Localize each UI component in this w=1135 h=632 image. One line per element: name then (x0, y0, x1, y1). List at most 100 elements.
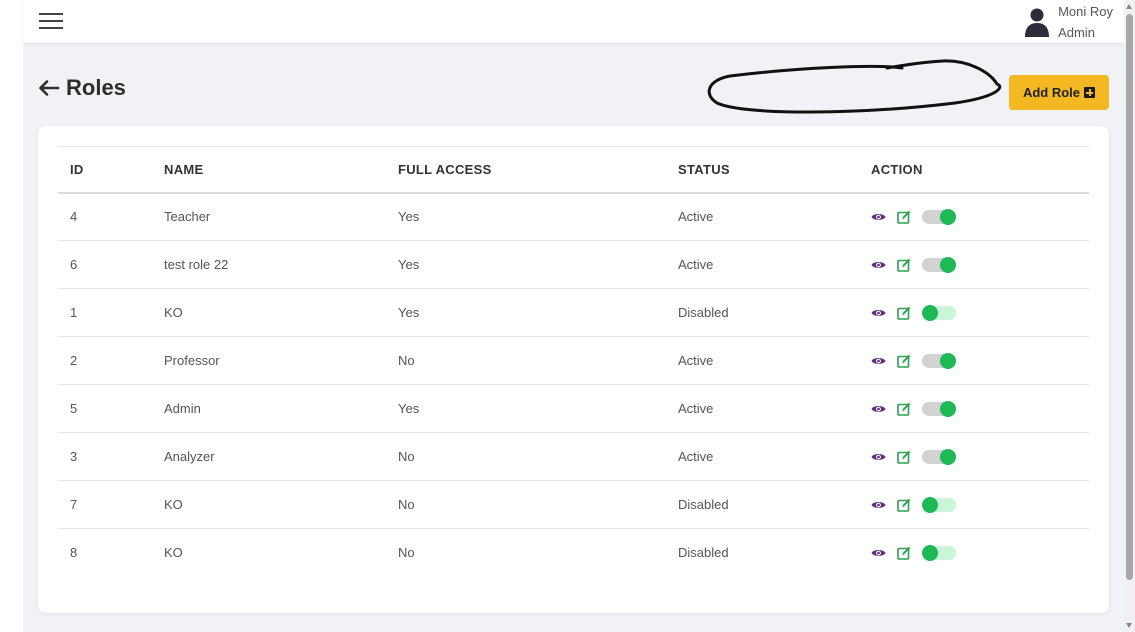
eye-icon[interactable] (871, 308, 886, 318)
cell-id: 3 (70, 449, 78, 464)
cell-full-access: Yes (398, 257, 420, 272)
roles-table: ID NAME FULL ACCESS STATUS ACTION 4 Teach… (58, 146, 1089, 577)
cell-id: 4 (70, 209, 78, 225)
cell-name: Admin (164, 401, 201, 416)
edit-icon[interactable] (897, 306, 911, 320)
user-profile[interactable]: Moni Roy Admin (1024, 2, 1113, 42)
cell-name: test role 22 (164, 257, 229, 272)
cell-status: Active (678, 401, 714, 416)
page-title: Roles (66, 75, 126, 100)
header-action: ACTION (871, 161, 923, 177)
cell-id: 6 (70, 257, 78, 272)
cell-action (859, 337, 1089, 385)
cell-id: 7 (70, 497, 78, 512)
plus-square-icon (1084, 87, 1096, 98)
status-toggle[interactable] (922, 400, 956, 417)
cell-action (859, 385, 1089, 433)
status-toggle[interactable] (922, 208, 956, 225)
cell-name: KO (164, 305, 183, 320)
toggle-knob (922, 304, 938, 321)
cell-status: Active (678, 257, 714, 272)
eye-icon[interactable] (871, 212, 886, 222)
row-actions (871, 448, 1089, 465)
top-bar: Moni Roy Admin (23, 0, 1124, 43)
cell-name: Analyzer (164, 449, 215, 464)
edit-icon[interactable] (897, 546, 911, 560)
cell-full-access: No (398, 497, 415, 512)
toggle-knob (940, 448, 956, 465)
table-row: 5 Admin Yes Active (58, 385, 1089, 433)
user-role: Admin (1058, 25, 1095, 40)
table-row: 2 Professor No Active (58, 337, 1089, 385)
header-status: STATUS (678, 161, 730, 177)
eye-icon[interactable] (871, 404, 886, 414)
eye-icon[interactable] (871, 548, 886, 558)
edit-icon[interactable] (897, 498, 911, 512)
cell-full-access: Yes (398, 305, 420, 320)
cell-status: Disabled (678, 545, 729, 561)
table-row: 1 KO Yes Disabled (58, 289, 1089, 337)
toggle-knob (922, 496, 938, 513)
cell-full-access: No (398, 449, 415, 464)
cell-status: Active (678, 209, 714, 225)
arrow-left-icon[interactable] (38, 80, 60, 96)
cell-action (859, 289, 1089, 337)
cell-action (859, 481, 1089, 529)
toggle-knob (940, 400, 956, 417)
cell-status: Disabled (678, 305, 729, 320)
cell-name: KO (164, 545, 183, 561)
status-toggle[interactable] (922, 256, 956, 273)
cell-action (859, 241, 1089, 289)
edit-icon[interactable] (897, 258, 911, 272)
left-margin (0, 0, 23, 632)
hamburger-menu-icon[interactable] (39, 12, 63, 30)
cell-id: 8 (70, 545, 78, 561)
cell-status: Active (678, 449, 714, 464)
cell-full-access: No (398, 353, 415, 368)
row-actions (871, 352, 1089, 369)
edit-icon[interactable] (897, 450, 911, 464)
cell-name: Teacher (164, 209, 211, 225)
scroll-down-arrow[interactable] (1126, 623, 1132, 628)
eye-icon[interactable] (871, 500, 886, 510)
edit-icon[interactable] (897, 210, 911, 224)
status-toggle[interactable] (922, 448, 956, 465)
vertical-scrollbar[interactable] (1124, 0, 1135, 632)
row-actions (871, 400, 1089, 417)
cell-action (859, 433, 1089, 481)
cell-action (859, 529, 1089, 577)
status-toggle[interactable] (922, 544, 956, 561)
add-role-button[interactable]: Add Role (1009, 75, 1109, 110)
table-row: 6 test role 22 Yes Active (58, 241, 1089, 289)
user-name: Moni Roy (1058, 4, 1113, 19)
status-toggle[interactable] (922, 496, 956, 513)
app-content: Moni Roy Admin Roles Add Role ID NAME FU… (23, 0, 1124, 632)
table-row: 8 KO No Disabled (58, 529, 1089, 577)
status-toggle[interactable] (922, 352, 956, 369)
status-toggle[interactable] (922, 304, 956, 321)
scroll-up-arrow[interactable] (1126, 4, 1132, 9)
row-actions (871, 256, 1089, 273)
toggle-knob (940, 256, 956, 273)
eye-icon[interactable] (871, 452, 886, 462)
row-actions (871, 304, 1089, 321)
edit-icon[interactable] (897, 402, 911, 416)
header-id: ID (70, 161, 84, 177)
cell-name: KO (164, 497, 183, 512)
table-row: 3 Analyzer No Active (58, 433, 1089, 481)
eye-icon[interactable] (871, 260, 886, 270)
edit-icon[interactable] (897, 354, 911, 368)
scroll-thumb[interactable] (1126, 14, 1133, 580)
cell-id: 5 (70, 401, 78, 416)
cell-id: 2 (70, 353, 78, 368)
cell-name: Professor (164, 353, 220, 368)
eye-icon[interactable] (871, 356, 886, 366)
header-full-access: FULL ACCESS (398, 161, 492, 177)
cell-full-access: Yes (398, 209, 420, 225)
handwritten-annotation (707, 59, 1002, 114)
cell-full-access: Yes (398, 401, 420, 416)
table-header-row: ID NAME FULL ACCESS STATUS ACTION (58, 146, 1089, 193)
user-avatar-icon (1025, 8, 1050, 37)
table-row: 7 KO No Disabled (58, 481, 1089, 529)
cell-status: Active (678, 353, 714, 368)
